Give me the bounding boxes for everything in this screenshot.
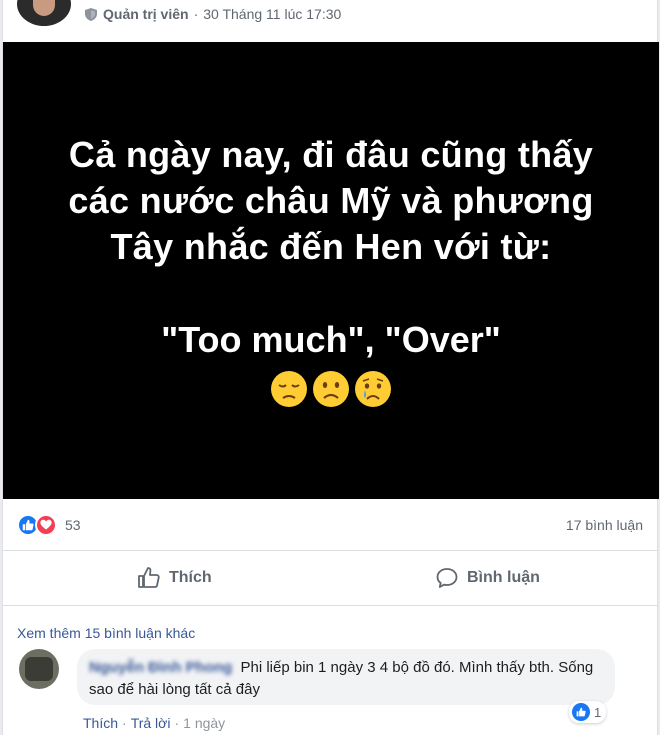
post-header: Quản trị viên · 30 Tháng 11 lúc 17:30 bbox=[3, 0, 657, 40]
image-text-line: các nước châu Mỹ và phương bbox=[68, 180, 594, 221]
comment-like-count: 1 bbox=[594, 704, 602, 720]
reaction-count[interactable]: 53 bbox=[65, 517, 81, 533]
reaction-icons[interactable] bbox=[17, 514, 57, 536]
commenter-avatar[interactable] bbox=[19, 649, 59, 689]
comment-like-link[interactable]: Thích bbox=[83, 715, 118, 731]
separator: · bbox=[122, 715, 127, 731]
avatar-photo bbox=[25, 657, 53, 681]
comment-count[interactable]: 17 bình luận bbox=[566, 517, 643, 533]
post-timestamp[interactable]: 30 Tháng 11 lúc 17:30 bbox=[203, 6, 341, 22]
comment-reply-link[interactable]: Trả lời bbox=[131, 715, 171, 731]
like-button[interactable]: Thích bbox=[137, 566, 212, 590]
emoji-row bbox=[3, 370, 659, 408]
comment-actions: Thích · Trả lời · 1 ngày bbox=[83, 715, 225, 731]
crying-face-emoji-icon bbox=[355, 371, 391, 407]
comment-button[interactable]: Bình luận bbox=[435, 566, 540, 590]
shield-icon bbox=[85, 7, 97, 21]
image-caption: Cả ngày nay, đi đâu cũng thấy các nước c… bbox=[3, 132, 659, 270]
comments-section: Xem thêm 15 bình luận khác Nguyễn Đình P… bbox=[3, 607, 657, 735]
avatar-face bbox=[33, 0, 55, 16]
author-role[interactable]: Quản trị viên bbox=[103, 6, 189, 22]
reactions-bar: 53 17 bình luận bbox=[3, 499, 657, 551]
love-reaction-icon bbox=[35, 514, 57, 536]
commenter-name[interactable]: Nguyễn Đình Phong bbox=[89, 659, 232, 676]
page-avatar[interactable] bbox=[17, 0, 71, 26]
separator: · bbox=[174, 715, 180, 731]
frowning-face-emoji-icon bbox=[313, 371, 349, 407]
image-text-line: Tây nhắc đến Hen với từ: bbox=[110, 226, 552, 267]
thumbs-up-icon bbox=[138, 567, 160, 588]
post-meta: Quản trị viên · 30 Tháng 11 lúc 17:30 bbox=[85, 6, 341, 22]
post-card: Quản trị viên · 30 Tháng 11 lúc 17:30 Cả… bbox=[2, 0, 659, 735]
post-image[interactable]: Cả ngày nay, đi đâu cũng thấy các nước c… bbox=[3, 42, 659, 499]
comment-like-badge[interactable]: 1 bbox=[569, 701, 607, 723]
meta-separator: · bbox=[193, 6, 199, 22]
image-quote: "Too much", "Over" bbox=[161, 319, 501, 360]
post-actions: Thích Bình luận bbox=[3, 552, 657, 606]
speech-bubble-icon bbox=[436, 568, 458, 588]
comment-bubble: Nguyễn Đình Phong Phi liếp bin 1 ngày 3 … bbox=[77, 649, 615, 705]
view-more-comments-link[interactable]: Xem thêm 15 bình luận khác bbox=[17, 625, 195, 641]
comment-label: Bình luận bbox=[467, 569, 540, 586]
pensive-face-emoji-icon bbox=[271, 371, 307, 407]
comment-time[interactable]: 1 ngày bbox=[183, 715, 225, 731]
like-label: Thích bbox=[169, 569, 212, 586]
image-text-line: Cả ngày nay, đi đâu cũng thấy bbox=[68, 134, 594, 175]
like-reaction-icon bbox=[572, 703, 590, 721]
